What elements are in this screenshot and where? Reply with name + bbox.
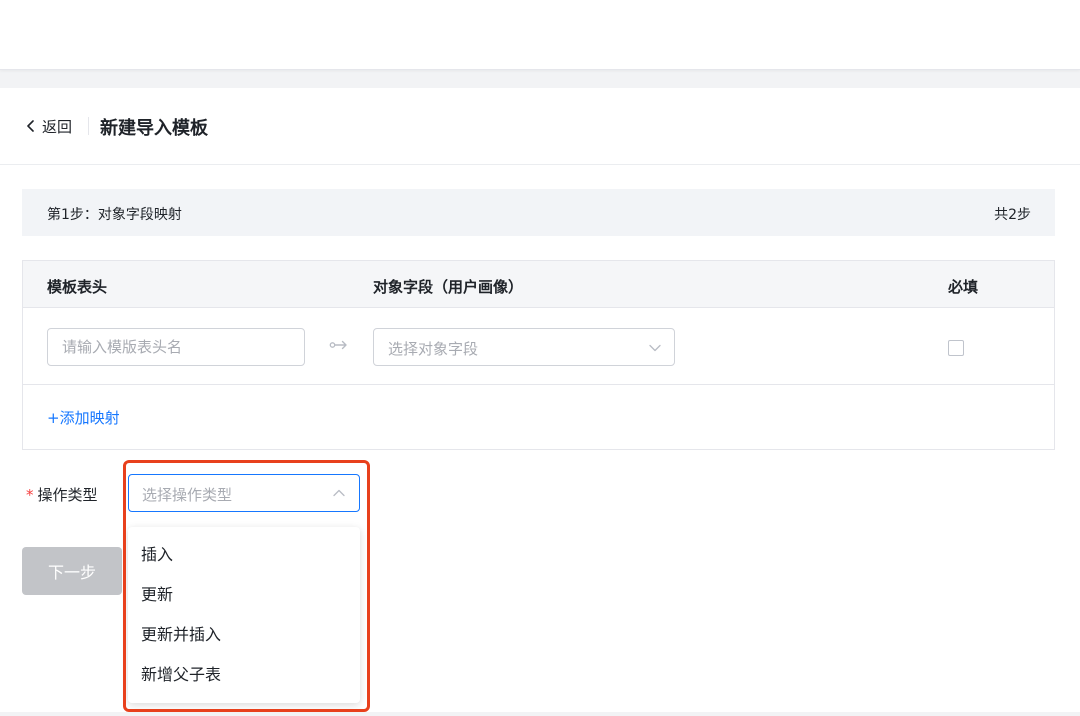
column-required: 必填 [948,278,979,296]
object-field-placeholder: 选择对象字段 [388,340,479,358]
operation-type-placeholder: 选择操作类型 [142,486,233,504]
dropdown-option-add-parent-child[interactable]: 新增父子表 [128,655,360,695]
step-total: 共2步 [994,207,1031,223]
chevron-down-icon [649,344,661,352]
dropdown-option-upsert[interactable]: 更新并插入 [128,615,360,655]
object-field-select[interactable]: 选择对象字段 [373,328,675,366]
column-object-field: 对象字段（用户画像） [373,278,524,296]
top-bar [0,0,1080,70]
dropdown-option-update[interactable]: 更新 [128,575,360,615]
column-template-header: 模板表头 [47,278,108,296]
mapping-row: 选择对象字段 [23,308,1054,385]
step-bar: 第1步：对象字段映射 共2步 [22,189,1055,236]
back-label: 返回 [42,117,73,136]
back-button[interactable]: 返回 [24,116,72,136]
mapping-table-header: 模板表头 对象字段（用户画像） 必填 [23,261,1054,308]
chevron-left-icon [27,120,34,132]
step-label: 第1步：对象字段映射 [47,207,182,223]
operation-type-label: * 操作类型 [26,484,98,505]
operation-type-select[interactable]: 选择操作类型 [128,474,360,512]
add-mapping-link[interactable]: +添加映射 [47,407,120,428]
chevron-up-icon [333,489,345,497]
mapping-arrow-icon [329,340,347,350]
mapping-table: 模板表头 对象字段（用户画像） 必填 选择对象字段 +添加映射 [22,260,1055,450]
page-header: 返回 新建导入模板 [0,88,1080,165]
dropdown-option-insert[interactable]: 插入 [128,535,360,575]
required-mark: * [26,486,34,504]
required-checkbox[interactable] [948,340,964,356]
next-step-button[interactable]: 下一步 [22,547,122,595]
template-header-input[interactable] [47,328,305,366]
operation-type-text: 操作类型 [37,486,98,504]
header-divider [88,117,89,135]
operation-type-dropdown: 插入 更新 更新并插入 新增父子表 [128,527,360,703]
page-title: 新建导入模板 [100,118,208,139]
main-panel: 返回 新建导入模板 第1步：对象字段映射 共2步 模板表头 对象字段（用户画像）… [0,88,1080,712]
